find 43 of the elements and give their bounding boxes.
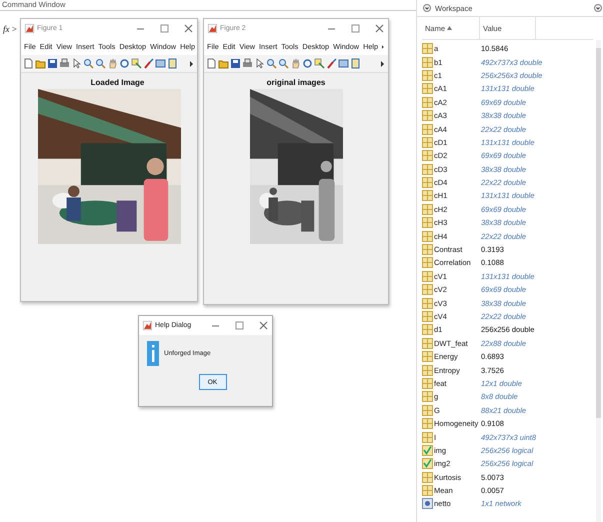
info-icon xyxy=(147,341,159,366)
overflow-icon[interactable] xyxy=(381,60,386,66)
brush-icon[interactable] xyxy=(326,58,337,69)
hand-icon[interactable] xyxy=(107,58,118,69)
close-icon[interactable] xyxy=(184,24,193,33)
collapse-icon[interactable] xyxy=(423,4,431,12)
maximize-icon[interactable] xyxy=(160,24,169,33)
scrollbar[interactable] xyxy=(596,40,601,522)
brush-icon[interactable] xyxy=(143,58,154,69)
matlab-logo-icon xyxy=(25,24,34,33)
pointer-icon[interactable] xyxy=(71,58,82,69)
scrollbar-thumb[interactable] xyxy=(596,48,601,418)
zoom-out-icon[interactable] xyxy=(95,58,106,69)
new-file-icon[interactable] xyxy=(23,58,34,69)
panel-icon[interactable] xyxy=(167,58,178,69)
data-cursor-icon[interactable] xyxy=(131,58,142,69)
data-cursor-icon[interactable] xyxy=(314,58,325,69)
zoom-in-icon[interactable] xyxy=(266,58,277,69)
axes-title: original images xyxy=(266,78,326,87)
printer-icon[interactable] xyxy=(59,58,70,69)
new-file-icon[interactable] xyxy=(206,58,217,69)
command-prompt[interactable]: fx > xyxy=(3,24,17,34)
overflow-icon[interactable] xyxy=(382,44,385,50)
overflow-icon[interactable] xyxy=(190,60,195,66)
printer-icon[interactable] xyxy=(242,58,253,69)
options-icon[interactable] xyxy=(594,4,602,12)
hand-icon[interactable] xyxy=(290,58,301,69)
open-folder-icon[interactable] xyxy=(35,58,46,69)
sort-ascending-icon xyxy=(447,26,452,30)
pointer-icon[interactable] xyxy=(254,58,265,69)
open-folder-icon[interactable] xyxy=(218,58,229,69)
matlab-logo-icon xyxy=(208,24,217,33)
matlab-logo-icon xyxy=(143,321,152,330)
maximize-icon[interactable] xyxy=(351,24,360,33)
zoom-in-icon[interactable] xyxy=(83,58,94,69)
close-icon[interactable] xyxy=(259,321,268,330)
save-icon[interactable] xyxy=(47,58,58,69)
zoom-out-icon[interactable] xyxy=(278,58,289,69)
maximize-icon[interactable] xyxy=(235,321,244,330)
panel-icon[interactable] xyxy=(350,58,361,69)
save-icon[interactable] xyxy=(230,58,241,69)
axes-title: Loaded Image xyxy=(90,78,144,87)
close-icon[interactable] xyxy=(375,24,384,33)
